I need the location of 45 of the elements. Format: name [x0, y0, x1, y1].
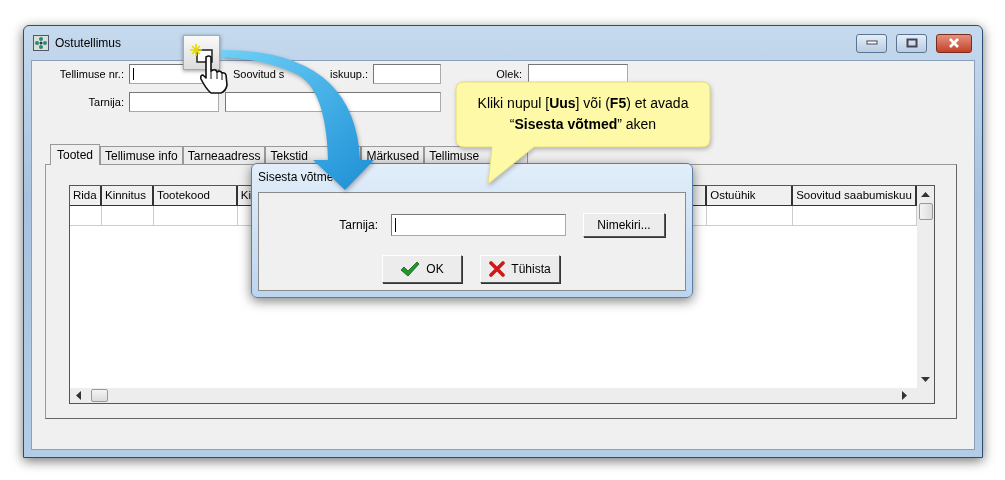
- hand-cursor-icon: [197, 55, 231, 95]
- column-header[interactable]: Ostuühik: [707, 186, 794, 206]
- scroll-up-icon[interactable]: [921, 192, 930, 197]
- column-header[interactable]: Tootekood: [153, 186, 238, 206]
- status-field[interactable]: [528, 64, 628, 84]
- column-header[interactable]: Rida: [70, 186, 102, 206]
- supplier-label: Tarnija:: [87, 96, 124, 108]
- tab[interactable]: Tooted: [50, 144, 101, 165]
- scroll-left-icon[interactable]: [76, 391, 81, 400]
- callout-text: Kliki nupul [Uus] või (F5) et avada “Sisesta võtmed” aken: [476, 94, 690, 134]
- new-button[interactable]: [183, 35, 220, 70]
- scroll-thumb[interactable]: [91, 389, 108, 402]
- supplier-code-field[interactable]: [129, 92, 219, 112]
- list-button[interactable]: Nimekiri...: [583, 213, 665, 237]
- scroll-right-icon[interactable]: [902, 391, 907, 400]
- scroll-thumb[interactable]: [918, 203, 933, 220]
- supplier-label: Tarnija:: [338, 218, 378, 232]
- desired-date-label: iskuup.:: [330, 68, 368, 80]
- checkmark-icon: [400, 261, 421, 277]
- close-button[interactable]: [936, 33, 972, 53]
- minimize-button[interactable]: [856, 33, 887, 53]
- maximize-button[interactable]: [896, 33, 927, 53]
- desired-date-label: Soovitud s: [233, 68, 285, 80]
- order-number-label: Tellimuse nr.:: [58, 68, 124, 80]
- cancel-button[interactable]: Tühista: [480, 255, 560, 283]
- tab[interactable]: Märkused: [361, 146, 425, 164]
- ok-button[interactable]: OK: [382, 255, 462, 283]
- scroll-down-icon[interactable]: [921, 377, 930, 382]
- horizontal-scrollbar[interactable]: [70, 388, 934, 403]
- close-icon: [948, 38, 960, 48]
- window-title: Ostutellimus: [55, 36, 122, 50]
- maximize-icon: [905, 38, 918, 48]
- tab[interactable]: Tellimuse info: [100, 146, 183, 164]
- vertical-scrollbar[interactable]: [917, 186, 934, 388]
- supplier-field[interactable]: [391, 214, 566, 236]
- app-icon: [33, 35, 49, 51]
- cross-icon: [489, 261, 506, 277]
- column-header[interactable]: Kinnitus: [101, 186, 154, 206]
- table-cell: [101, 206, 154, 226]
- column-header[interactable]: Soovitud saabumiskuu: [793, 186, 917, 206]
- minimize-icon: [865, 40, 878, 46]
- tab[interactable]: Tarneaadress: [182, 146, 266, 164]
- table-cell: [70, 206, 102, 226]
- status-label: Olek:: [495, 68, 522, 80]
- desired-date-field[interactable]: [373, 64, 441, 84]
